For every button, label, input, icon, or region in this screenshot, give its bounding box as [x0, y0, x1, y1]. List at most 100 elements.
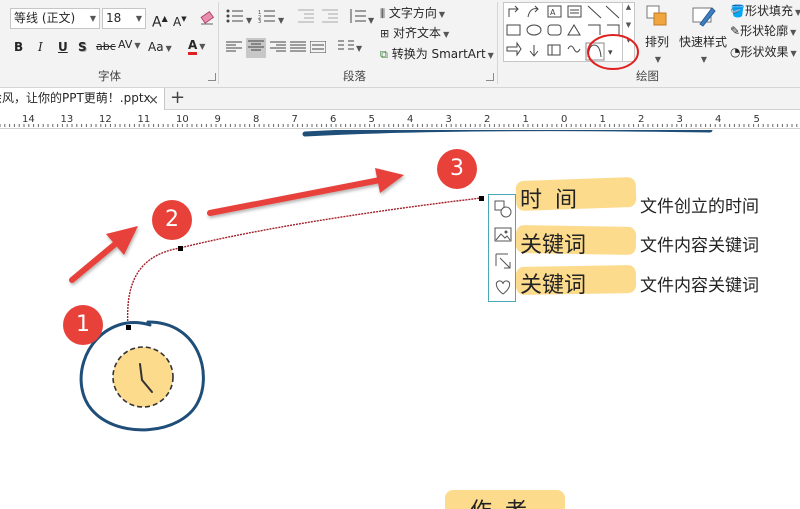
ruler-label: 14: [22, 114, 35, 125]
decrease-indent-button[interactable]: [298, 9, 314, 28]
align-center-icon: [248, 40, 264, 51]
pen-icon: ✎: [730, 24, 741, 38]
scroll-down-icon[interactable]: ▼: [623, 21, 634, 29]
ruler-label: 9: [214, 114, 221, 125]
change-case-button[interactable]: Aa ▼: [148, 38, 172, 58]
ruler-label: 2: [638, 114, 645, 125]
numbered-list-icon: 123: [258, 10, 275, 25]
ruler-label: 4: [407, 114, 414, 125]
clock-icon: [79, 320, 205, 432]
character-spacing-button[interactable]: AV ▼: [118, 36, 141, 55]
svg-text:3: 3: [258, 19, 261, 23]
step-marker-2: 2: [152, 200, 192, 240]
paint-bucket-icon: 🪣: [730, 4, 745, 18]
scroll-up-icon[interactable]: ▲: [623, 3, 634, 11]
decrease-indent-icon: [298, 9, 314, 23]
row-title: 关键词: [520, 233, 587, 258]
ruler-label: 3: [445, 114, 452, 125]
font-name-combo[interactable]: 等线 (正文) ▼: [10, 8, 100, 29]
ruler-label: 7: [291, 114, 298, 125]
line-spacing-button[interactable]: ▼: [348, 9, 374, 30]
ruler-label: 13: [60, 114, 74, 125]
row-title: 关键词: [520, 273, 587, 298]
italic-button[interactable]: I: [38, 38, 43, 56]
document-tab[interactable]: 绘风，让你的PPT更萌！.pptx ×: [0, 88, 165, 110]
distributed-button[interactable]: [309, 40, 327, 58]
ruler-label: 0: [561, 114, 568, 125]
text-direction-button[interactable]: ⫼ 文字方向 ▼: [380, 4, 445, 24]
align-right-icon: [270, 41, 286, 52]
row-description: 文件创立的时间: [640, 197, 759, 217]
shapes-icon[interactable]: [493, 199, 513, 219]
font-dialog-launcher[interactable]: [208, 73, 216, 81]
group-separator: [218, 2, 219, 84]
font-size-value: 18: [106, 11, 122, 25]
add-tab-icon[interactable]: +: [170, 88, 185, 108]
numbering-button[interactable]: 1 2 3 ▼: [258, 9, 284, 30]
row-description: 文件内容关键词: [640, 276, 759, 296]
bold-button[interactable]: B: [14, 38, 23, 56]
group-separator: [497, 2, 498, 84]
align-text-icon: ⊞: [380, 27, 390, 40]
slide-canvas[interactable]: 1 2 3 时 间 关键词 关键词 文件创立的时间 文件内容关键词 文件内容关键…: [0, 130, 800, 509]
eraser-icon: [200, 10, 215, 25]
columns-icon: [338, 40, 354, 50]
underline-button[interactable]: U: [58, 38, 68, 56]
justify-icon: [290, 41, 306, 52]
distributed-icon: [309, 40, 327, 54]
ruler-label: 1: [599, 114, 606, 125]
shrink-font-button[interactable]: A▼: [173, 10, 187, 31]
columns-button[interactable]: ▼: [338, 38, 362, 58]
align-text-button[interactable]: ⊞ 对齐文本 ▼: [380, 24, 449, 44]
ruler-label: 5: [753, 114, 760, 125]
close-icon[interactable]: ×: [148, 90, 159, 111]
shape-fill-button[interactable]: 🪣形状填充 ▼: [730, 2, 800, 22]
curve-handle: [126, 325, 131, 330]
ruler-label: 4: [715, 114, 722, 125]
slide-drawing: [69, 168, 484, 432]
chevron-down-icon: ▼: [135, 14, 142, 23]
font-size-combo[interactable]: 18 ▼: [102, 8, 146, 29]
clear-formatting-button[interactable]: [199, 9, 215, 30]
shadow-button[interactable]: S: [78, 38, 87, 56]
row-title: 时 间: [520, 188, 580, 213]
align-center-button[interactable]: [246, 38, 266, 58]
paragraph-group-label: 段落: [343, 69, 366, 83]
ruler-label: 3: [676, 114, 683, 125]
row-description: 文件内容关键词: [640, 236, 759, 256]
align-right-button[interactable]: [270, 40, 286, 58]
align-left-button[interactable]: [226, 40, 242, 58]
arrange-button[interactable]: 排列 ▼: [642, 4, 672, 69]
document-tab-label: 绘风，让你的PPT更萌！.pptx: [0, 91, 151, 105]
align-left-icon: [226, 41, 242, 52]
paragraph-dialog-launcher[interactable]: [486, 73, 494, 81]
convert-smartart-button[interactable]: ⧉ 转换为 SmartArt ▼: [380, 45, 494, 65]
smartart-icon: ⧉: [380, 48, 388, 61]
font-name-value: 等线 (正文): [14, 11, 76, 25]
ruler-label: 1: [522, 114, 529, 125]
bullets-button[interactable]: ▼: [226, 9, 252, 30]
ruler-label: 12: [99, 114, 112, 125]
font-color-button[interactable]: A ▼: [188, 36, 205, 56]
bullet-list-icon: [226, 9, 243, 23]
grow-font-button[interactable]: A▲: [152, 10, 168, 32]
chevron-down-icon: ▼: [89, 14, 96, 23]
strikethrough-button[interactable]: abc: [96, 38, 116, 56]
ruler-label: 11: [137, 114, 151, 125]
justify-button[interactable]: [290, 40, 306, 58]
horizontal-ruler: 14 13 12 11 10 9 8 7 6 5 4 3 2 1 0 1 2 3 4 5: [0, 112, 800, 129]
step-marker-3: 3: [437, 149, 477, 189]
effects-icon: ◔: [730, 45, 741, 59]
step-marker-1: 1: [63, 305, 103, 345]
resize-icon[interactable]: [493, 251, 513, 271]
increase-indent-button[interactable]: [322, 9, 338, 28]
quick-styles-icon: [692, 7, 716, 27]
increase-indent-icon: [322, 9, 338, 23]
quick-styles-button[interactable]: 快速样式 ▼: [677, 4, 729, 69]
image-icon[interactable]: [493, 225, 513, 245]
ruler-label: 5: [368, 114, 375, 125]
shape-outline-button[interactable]: ✎形状轮廓 ▼: [730, 22, 796, 42]
heart-icon[interactable]: [493, 277, 513, 297]
shape-effects-button[interactable]: ◔形状效果 ▼: [730, 43, 797, 63]
arrow-1-to-2: [69, 226, 138, 283]
